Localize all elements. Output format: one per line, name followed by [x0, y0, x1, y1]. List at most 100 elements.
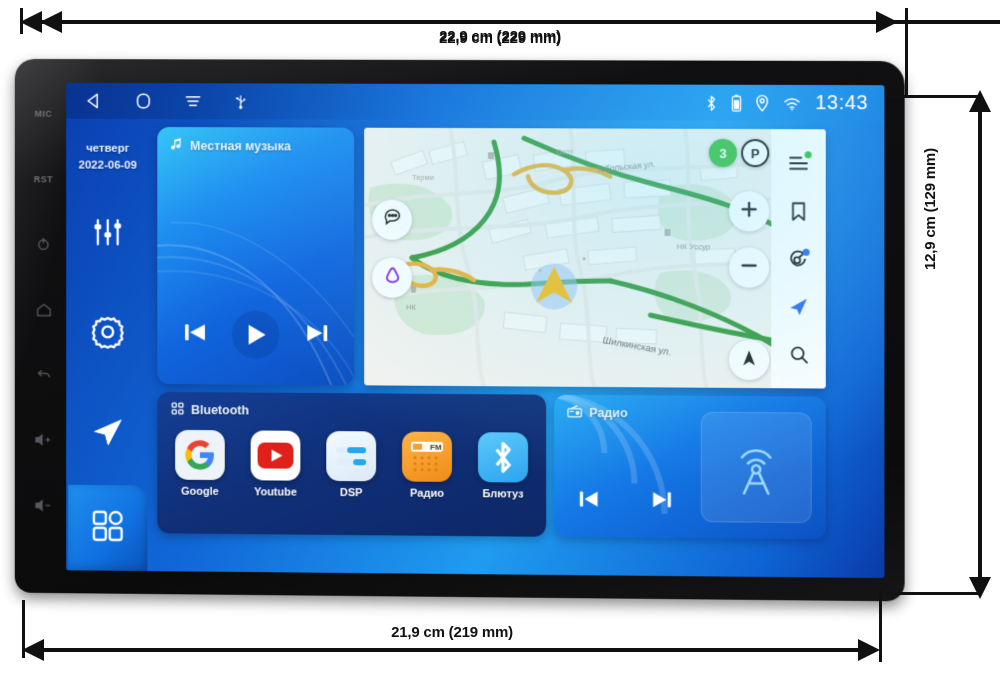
- radio-card-title: Радио: [589, 406, 628, 420]
- local-music-card[interactable]: Местная музыка: [157, 127, 354, 385]
- play-button[interactable]: [232, 311, 280, 359]
- svg-text:НК Уссур: НК Уссур: [677, 242, 711, 251]
- route-button[interactable]: [787, 296, 809, 318]
- bottom-arrow-head-right: [858, 639, 880, 661]
- minus-icon: [738, 254, 760, 281]
- apps-card-header: Bluetooth: [171, 402, 249, 419]
- all-apps-button[interactable]: [68, 485, 147, 571]
- volume-down-icon[interactable]: [35, 473, 53, 538]
- app-label-youtube: Youtube: [254, 486, 297, 498]
- zoom-in-button[interactable]: [729, 191, 769, 231]
- top-dimension-label-visible: 22,9 cm (229 mm): [0, 28, 1000, 45]
- app-radio[interactable]: FM Радио: [394, 432, 460, 500]
- parking-badge[interactable]: P: [741, 139, 769, 167]
- map-search-button[interactable]: [788, 344, 809, 365]
- app-label-radio: Радио: [410, 488, 444, 500]
- radio-transport-controls: [576, 486, 674, 518]
- bottom-arrow-line: [44, 648, 860, 652]
- app-label-dsp: DSP: [340, 487, 363, 499]
- bookmarks-button[interactable]: [788, 200, 808, 222]
- back-icon[interactable]: [35, 342, 52, 407]
- svg-text:Охот: Охот: [556, 147, 573, 156]
- bluetooth-apps-icon: [171, 402, 184, 418]
- map-side-rail: [771, 129, 825, 388]
- home-square-icon[interactable]: [134, 91, 154, 111]
- status-bar: 13:43: [66, 83, 884, 121]
- music-transport-controls: [157, 310, 354, 359]
- chat-button[interactable]: [372, 200, 412, 240]
- home-icon[interactable]: [35, 277, 52, 342]
- previous-button[interactable]: [181, 318, 209, 351]
- status-bar-nav: [66, 91, 248, 111]
- apps-grid-icon: [90, 507, 126, 548]
- plus-icon: [738, 198, 760, 225]
- app-label-google: Google: [181, 486, 219, 498]
- broadcast-tower-icon: [722, 430, 791, 504]
- google-icon: [175, 430, 225, 480]
- right-dimension-label: 12,9 cm (129 mm): [922, 148, 939, 270]
- svg-text:FM: FM: [430, 443, 442, 452]
- radio-device-icon: [567, 405, 582, 421]
- app-dsp[interactable]: DSP: [318, 431, 384, 499]
- compass-north-icon: [739, 347, 759, 372]
- back-triangle-icon[interactable]: [84, 91, 104, 111]
- settings-button[interactable]: [90, 314, 126, 355]
- apps-row: Google Youtube DSP FM Радио Блютуз: [167, 430, 536, 501]
- rail-icon-list: [66, 174, 149, 486]
- bottom-dimension-label-visible: 21,9 cm (219 mm): [44, 624, 860, 641]
- youtube-icon: [251, 430, 301, 480]
- right-upper-tick: [886, 95, 982, 98]
- left-rail: четверг 2022-06-09: [66, 119, 149, 571]
- compass-button[interactable]: [729, 340, 769, 380]
- right-lower-tick: [886, 592, 982, 595]
- radio-card-header: Радио: [567, 405, 628, 421]
- map-menu-button[interactable]: [787, 152, 809, 174]
- bluetooth-apps-card[interactable]: Bluetooth Google Youtube DSP FM Радио Бл…: [157, 392, 546, 537]
- rail-date: 2022-06-09: [79, 157, 137, 174]
- play-icon: [243, 322, 269, 348]
- next-button[interactable]: [303, 319, 331, 352]
- app-google[interactable]: Google: [167, 430, 233, 498]
- zoom-out-button[interactable]: [729, 247, 769, 287]
- traffic-badge[interactable]: 3: [709, 139, 737, 167]
- app-bluetooth[interactable]: Блютуз: [470, 432, 536, 501]
- equalizer-icon: [91, 216, 125, 255]
- radar-button[interactable]: [787, 248, 809, 270]
- map-card[interactable]: Тобольская ул. Шилкинская ул. НК Уссур Т…: [364, 128, 826, 389]
- music-card-header: Местная музыка: [170, 138, 291, 154]
- apps-card-title: Bluetooth: [191, 403, 249, 417]
- radio-card[interactable]: Радио: [554, 395, 826, 540]
- car-head-unit-device: MIC RST 13:43 четверг 2022-06-09 Местная…: [15, 59, 905, 601]
- status-bar-clock: 13:43: [815, 92, 868, 115]
- next-station-button[interactable]: [648, 487, 674, 518]
- previous-station-button[interactable]: [576, 486, 602, 517]
- usb-icon: [233, 92, 249, 110]
- bottom-arrow-head-left: [22, 639, 44, 661]
- app-youtube[interactable]: Youtube: [243, 430, 309, 498]
- radio-fm-icon: FM: [402, 432, 452, 482]
- bluetooth-icon: [705, 94, 718, 111]
- radio-artwork: [701, 412, 812, 523]
- navigation-button[interactable]: [90, 414, 126, 455]
- right-arrow-head-up: [969, 90, 991, 112]
- app-label-bluetooth: Блютуз: [482, 488, 523, 500]
- right-arrow-head-down: [969, 577, 991, 599]
- power-icon[interactable]: [36, 212, 52, 277]
- bezel-button-column: MIC RST: [21, 81, 66, 539]
- gear-icon: [90, 314, 126, 355]
- recents-lines-icon[interactable]: [183, 91, 203, 111]
- music-note-icon: [170, 138, 183, 154]
- alice-assistant-button[interactable]: [372, 258, 412, 298]
- bluetooth-icon: [478, 432, 528, 482]
- right-arrow-line: [978, 112, 982, 577]
- touchscreen[interactable]: 13:43 четверг 2022-06-09 Местная музыка …: [66, 83, 884, 578]
- equalizer-button[interactable]: [91, 216, 125, 255]
- dsp-equalizer-icon: [326, 431, 376, 481]
- music-card-title: Местная музыка: [190, 139, 291, 153]
- rail-date-block: четверг 2022-06-09: [79, 141, 137, 174]
- location-icon: [756, 94, 770, 112]
- navigation-arrow-icon: [90, 414, 126, 455]
- svg-text:НК: НК: [406, 303, 416, 312]
- volume-up-icon[interactable]: [35, 408, 53, 473]
- top-right-reference-line: [905, 8, 908, 98]
